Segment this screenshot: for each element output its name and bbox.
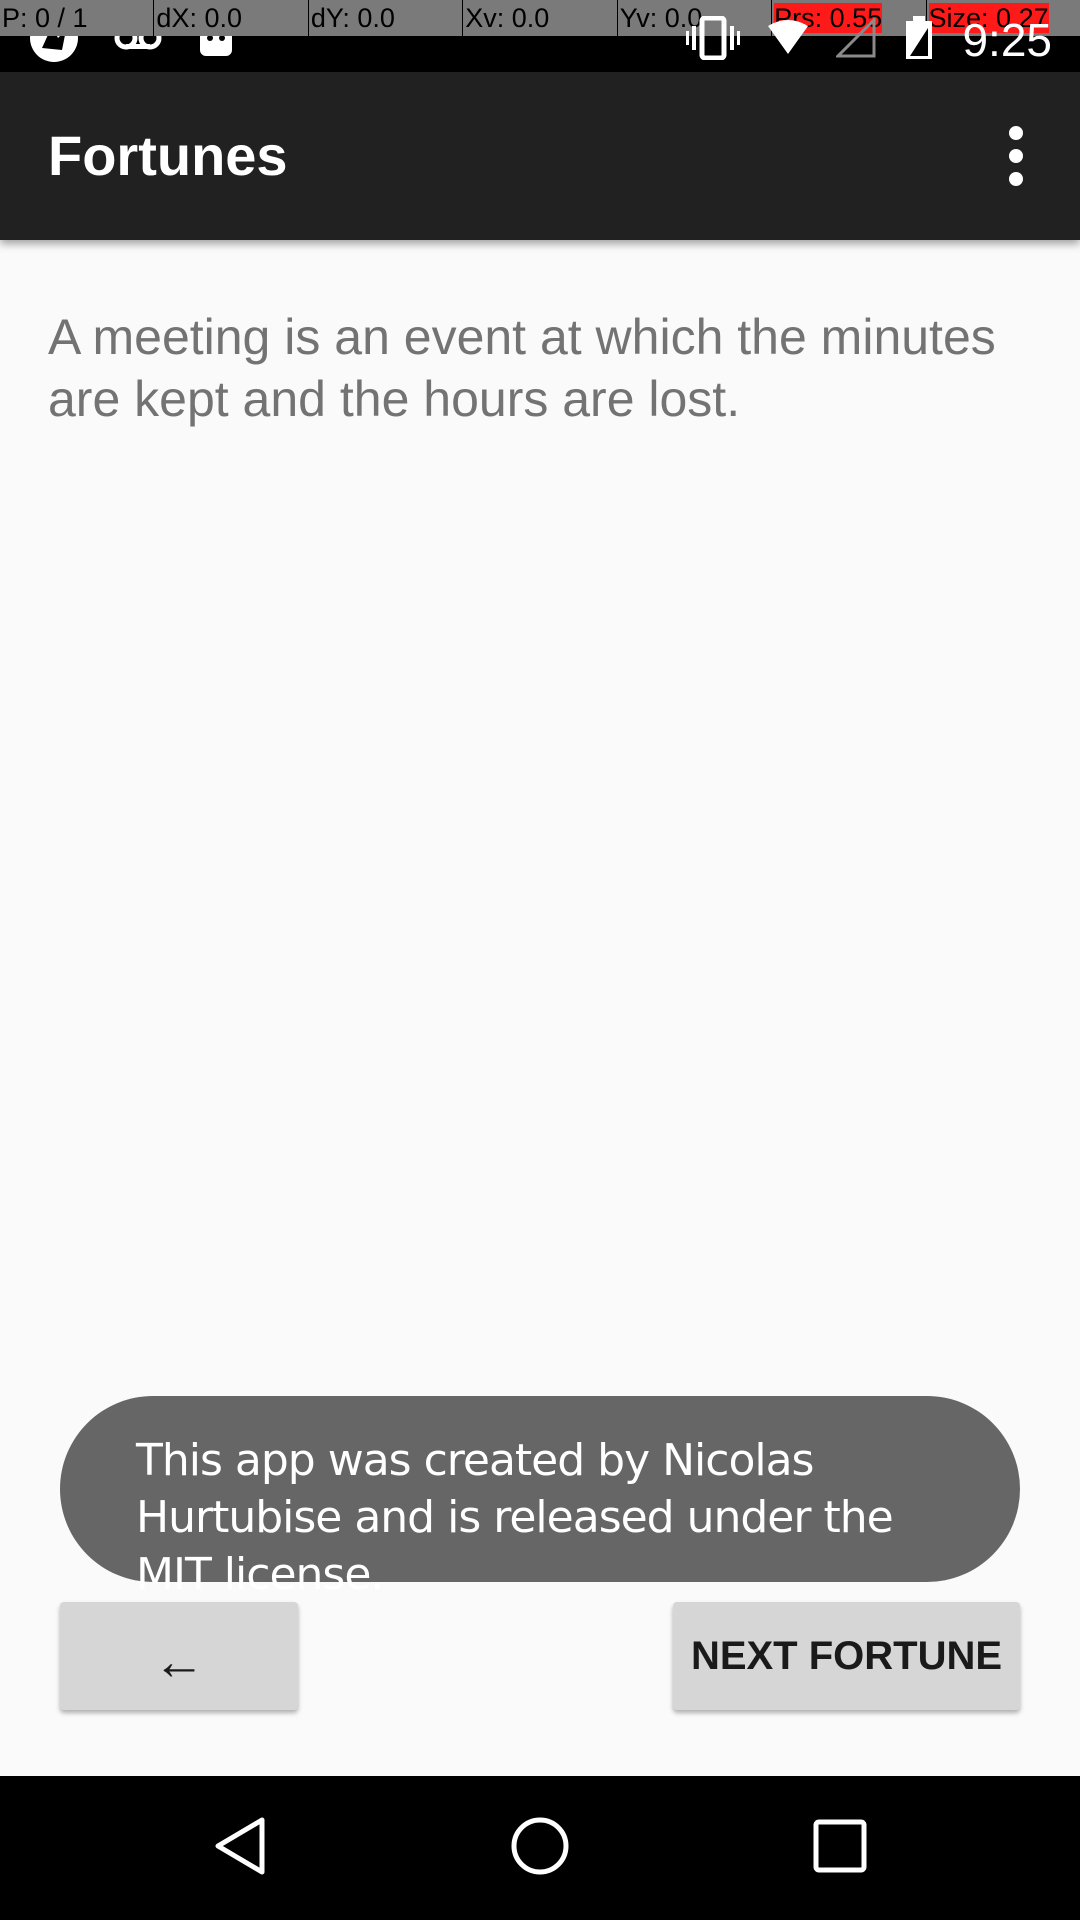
pointer-xv: Xv: 0.0 bbox=[462, 0, 616, 36]
app-bar: Fortunes bbox=[0, 72, 1080, 240]
next-fortune-button[interactable]: NEXT FORTUNE bbox=[673, 1602, 1020, 1710]
nav-back-button[interactable] bbox=[198, 1806, 282, 1890]
status-right-icons: 9:25 bbox=[686, 10, 1052, 70]
nav-home-button[interactable] bbox=[498, 1806, 582, 1890]
wifi-icon bbox=[768, 19, 809, 61]
signal-icon bbox=[834, 15, 876, 63]
home-icon bbox=[510, 1816, 570, 1881]
status-bar: P: 0 / 1 dX: 0.0 dY: 0.0 Xv: 0.0 Yv: 0.0… bbox=[0, 0, 1080, 72]
recents-icon bbox=[813, 1819, 867, 1878]
pointer-dy: dY: 0.0 bbox=[307, 0, 462, 36]
toast-message: This app was created by Nicolas Hurtubis… bbox=[136, 1435, 894, 1600]
more-options-button[interactable] bbox=[976, 116, 1056, 196]
toast: This app was created by Nicolas Hurtubis… bbox=[60, 1396, 1020, 1600]
back-icon bbox=[212, 1816, 268, 1881]
more-vert-icon bbox=[1009, 126, 1023, 186]
previous-fortune-button[interactable]: ← bbox=[60, 1602, 298, 1710]
battery-icon bbox=[904, 15, 934, 65]
navigation-bar bbox=[0, 1776, 1080, 1920]
fortune-text: A meeting is an event at which the minut… bbox=[48, 309, 996, 427]
vibrate-icon bbox=[686, 15, 741, 65]
pointer-dx: dX: 0.0 bbox=[153, 0, 307, 36]
clock: 9:25 bbox=[962, 14, 1052, 66]
app-title: Fortunes bbox=[48, 124, 288, 187]
nav-recents-button[interactable] bbox=[798, 1806, 882, 1890]
pointer-count: P: 0 / 1 bbox=[2, 3, 88, 33]
